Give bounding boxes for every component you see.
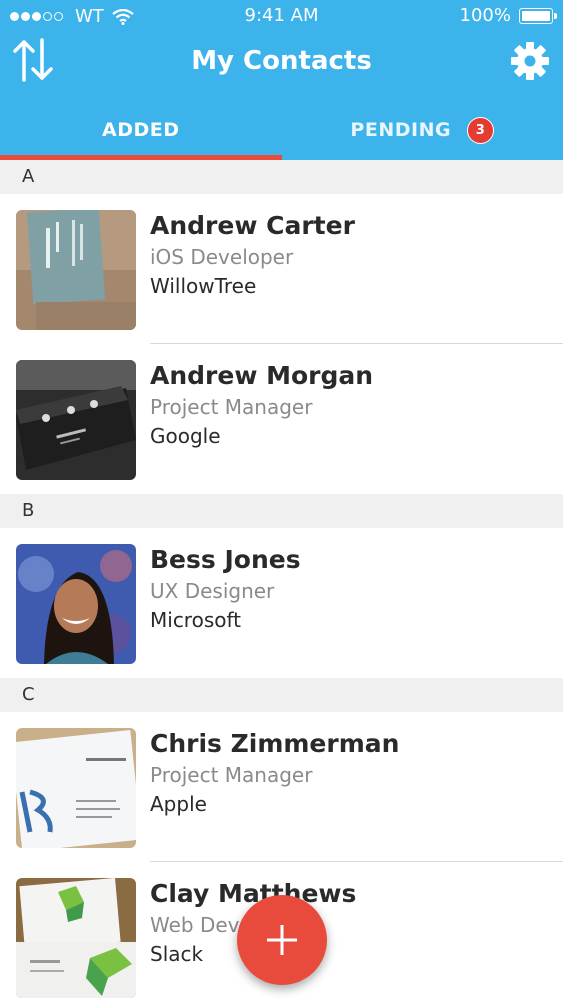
status-bar: WT 9:41 AM 100% xyxy=(0,0,563,32)
contact-job-title: Project Manager xyxy=(150,395,313,419)
contact-info: Bess Jones UX Designer Microsoft xyxy=(150,544,301,634)
contact-company: Microsoft xyxy=(150,608,242,632)
contact-job-title: UX Designer xyxy=(150,579,275,603)
contact-row[interactable]: Bess Jones UX Designer Microsoft xyxy=(0,528,563,678)
tab-pending[interactable]: PENDING 3 xyxy=(282,100,563,160)
app-header: WT 9:41 AM 100% My Contacts ADDED PENDIN… xyxy=(0,0,563,160)
contact-name: Andrew Carter xyxy=(150,211,355,240)
contact-row[interactable]: Chris Zimmerman Project Manager Apple xyxy=(0,712,563,862)
contact-company: Apple xyxy=(150,792,207,816)
gear-icon xyxy=(511,42,549,80)
contact-info: Andrew Carter iOS Developer WillowTree xyxy=(150,210,355,300)
contact-row[interactable]: Andrew Morgan Project Manager Google xyxy=(0,344,563,494)
contact-company: WillowTree xyxy=(150,274,257,298)
nav-bar: My Contacts xyxy=(0,32,563,92)
section-header-a: A xyxy=(0,160,563,194)
contact-company: Google xyxy=(150,424,221,448)
tab-added[interactable]: ADDED xyxy=(0,100,282,160)
page-title: My Contacts xyxy=(191,46,372,76)
contact-info: Chris Zimmerman Project Manager Apple xyxy=(150,728,399,818)
battery-percent: 100% xyxy=(459,5,511,26)
pending-count-badge: 3 xyxy=(467,116,495,144)
add-contact-button[interactable] xyxy=(237,895,327,985)
contact-card-thumbnail xyxy=(16,210,136,330)
contact-list[interactable]: A Andrew Carter iOS Developer WillowTree xyxy=(0,160,563,1000)
tab-added-label: ADDED xyxy=(102,119,180,141)
battery-icon xyxy=(519,7,557,24)
section-header-b: B xyxy=(0,494,563,528)
contact-card-thumbnail xyxy=(16,878,136,998)
contact-name: Bess Jones xyxy=(150,545,301,574)
tab-bar: ADDED PENDING 3 xyxy=(0,100,563,160)
settings-button[interactable] xyxy=(509,40,551,82)
contact-info: Andrew Morgan Project Manager Google xyxy=(150,360,373,450)
contact-photo xyxy=(16,544,136,664)
contact-name: Chris Zimmerman xyxy=(150,729,400,758)
contact-card-thumbnail xyxy=(16,360,136,480)
tab-pending-label: PENDING xyxy=(350,119,452,141)
contact-job-title: iOS Developer xyxy=(150,245,294,269)
contact-row[interactable]: Andrew Carter iOS Developer WillowTree xyxy=(0,194,563,344)
section-header-c: C xyxy=(0,678,563,712)
contact-name: Andrew Morgan xyxy=(150,361,374,390)
plus-icon xyxy=(267,925,297,955)
contact-job-title: Project Manager xyxy=(150,763,313,787)
status-right: 100% xyxy=(459,5,557,26)
contact-card-thumbnail xyxy=(16,728,136,848)
